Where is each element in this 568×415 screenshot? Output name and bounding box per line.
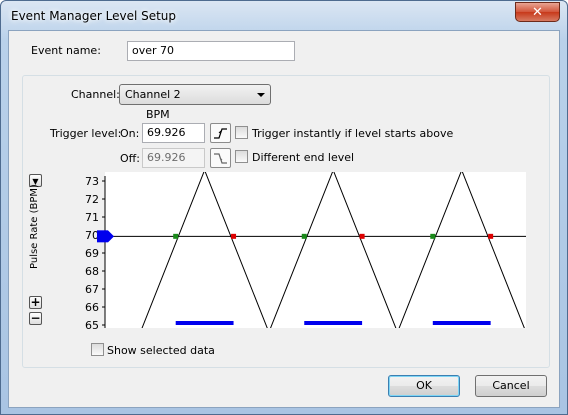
show-selected-label: Show selected data	[107, 344, 215, 357]
show-selected-checkbox[interactable]	[91, 343, 104, 356]
y-tick-label: 66	[85, 301, 99, 314]
y-tick-label: 69	[85, 247, 99, 260]
event-start-point	[430, 233, 436, 239]
event-end-point	[488, 233, 494, 239]
y-tick-label: 71	[85, 211, 99, 224]
dialog-window: Event Manager Level Setup ✕ Event name: …	[0, 0, 568, 415]
window-title: Event Manager Level Setup	[11, 9, 177, 23]
y-tick-label: 67	[85, 283, 99, 296]
event-start-point	[173, 233, 179, 239]
event-end-point	[231, 233, 237, 239]
event-end-point	[359, 233, 365, 239]
cancel-button[interactable]: Cancel	[475, 375, 547, 397]
close-button[interactable]: ✕	[515, 2, 560, 22]
y-tick-label: 65	[85, 319, 99, 332]
y-tick-label: 72	[85, 193, 99, 206]
plot-area	[105, 172, 526, 328]
event-start-point	[301, 233, 307, 239]
title-bar[interactable]: Event Manager Level Setup ✕	[1, 1, 567, 31]
y-tick-label: 73	[85, 175, 99, 188]
close-icon: ✕	[532, 4, 543, 20]
trigger-level-handle	[97, 230, 108, 243]
ok-button[interactable]: OK	[388, 375, 460, 397]
y-tick-label: 70	[85, 229, 99, 242]
y-tick-label: 68	[85, 265, 99, 278]
dialog-client: Event name: over 70 Channel: Channel 2 B…	[8, 30, 560, 408]
